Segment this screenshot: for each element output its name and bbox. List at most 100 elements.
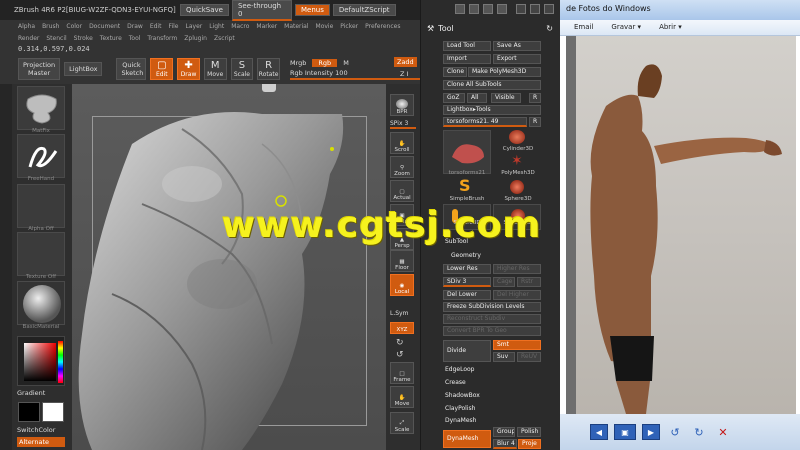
menu-zscript[interactable]: Zscript: [214, 35, 235, 42]
primary-color-swatch[interactable]: [18, 402, 40, 422]
dynamesh-header[interactable]: DynaMesh: [445, 417, 476, 424]
lightbox-button[interactable]: LightBox: [64, 62, 103, 76]
menu-layer[interactable]: Layer: [186, 23, 203, 30]
polish-button[interactable]: Polish: [517, 427, 541, 437]
delete-icon[interactable]: ✕: [714, 424, 732, 440]
convert-bpr-button[interactable]: Convert BPR To Geo: [443, 326, 541, 336]
quicksave-button[interactable]: QuickSave: [180, 4, 229, 16]
gradient-label[interactable]: Gradient: [17, 389, 45, 397]
scale-view-button[interactable]: ⤢ Scale: [390, 412, 414, 434]
menu-marker[interactable]: Marker: [256, 23, 277, 30]
menu-brush[interactable]: Brush: [42, 23, 59, 30]
divide-button[interactable]: Divide: [443, 340, 491, 362]
sdiv-slider[interactable]: SDiv 3: [443, 277, 491, 287]
tool-header[interactable]: ⚒ Tool ↻: [421, 20, 561, 36]
lsym-button[interactable]: L.Sym: [390, 310, 408, 317]
document-canvas[interactable]: [72, 84, 386, 450]
menu-stroke[interactable]: Stroke: [74, 35, 93, 42]
rstr-button[interactable]: Rstr: [517, 277, 541, 287]
alpha-selector[interactable]: [17, 184, 65, 228]
tray-icon-2[interactable]: [469, 4, 479, 14]
minimize-icon[interactable]: [516, 4, 526, 14]
tool-thumb-sphere[interactable]: [510, 180, 524, 194]
menu-color[interactable]: Color: [66, 23, 82, 30]
menu-alpha[interactable]: Alpha: [18, 23, 35, 30]
next-icon[interactable]: ▶: [642, 424, 660, 440]
local-button[interactable]: ◉ Local: [390, 274, 414, 296]
load-tool-button[interactable]: Load Tool: [443, 41, 491, 51]
group-button[interactable]: Group: [493, 427, 515, 437]
dynamesh-button[interactable]: DynaMesh: [443, 430, 491, 448]
scale-button[interactable]: S Scale: [230, 58, 254, 80]
menu-document[interactable]: Document: [89, 23, 120, 30]
menu-draw[interactable]: Draw: [127, 23, 143, 30]
email-menu[interactable]: Email: [574, 23, 593, 35]
menu-texture[interactable]: Texture: [100, 35, 122, 42]
edit-button[interactable]: ▢ Edit: [150, 58, 174, 80]
quick-sketch-button[interactable]: Quick Sketch: [116, 58, 147, 80]
color-picker-square[interactable]: [24, 343, 56, 381]
tool-thumb-cylinder[interactable]: [509, 130, 525, 144]
del-lower-button[interactable]: Del Lower: [443, 290, 491, 300]
current-tool-r-button[interactable]: R: [529, 117, 541, 127]
close-icon[interactable]: [544, 4, 554, 14]
geometry-header[interactable]: Geometry: [451, 252, 481, 259]
project-button[interactable]: Proje: [518, 439, 541, 449]
actual-button[interactable]: ▢ Actual: [390, 180, 414, 202]
projection-master-button[interactable]: Projection Master: [18, 58, 61, 80]
bpr-button[interactable]: BPR: [390, 94, 414, 116]
texture-selector[interactable]: [17, 232, 65, 276]
higher-res-button[interactable]: Higher Res: [493, 264, 541, 274]
mrgb-button[interactable]: Mrgb: [290, 59, 306, 67]
tool-thumb-torso[interactable]: [443, 130, 491, 174]
menu-material[interactable]: Material: [284, 23, 308, 30]
zadd-button[interactable]: Zadd: [394, 57, 417, 67]
menu-light[interactable]: Light: [209, 23, 224, 30]
gravar-menu[interactable]: Gravar ▾: [611, 23, 641, 35]
floor-button[interactable]: ▦ Floor: [390, 250, 414, 272]
menu-file[interactable]: File: [168, 23, 178, 30]
cage-button[interactable]: Cage: [493, 277, 515, 287]
save-as-button[interactable]: Save As: [493, 41, 541, 51]
move-view-button[interactable]: ✋ Move: [390, 386, 414, 408]
brush-selector[interactable]: [17, 86, 65, 130]
goz-r-button[interactable]: R: [529, 93, 541, 103]
menu-movie[interactable]: Movie: [316, 23, 334, 30]
smt-button[interactable]: Smt: [493, 340, 541, 350]
rotate-left-icon[interactable]: ↺: [666, 424, 684, 440]
tool-thumb-simplebrush[interactable]: S: [459, 178, 471, 194]
zoom-button[interactable]: ⚲ Zoom: [390, 156, 414, 178]
reconstruct-subdiv-button[interactable]: Reconstruct Subdiv: [443, 314, 541, 324]
blur-slider[interactable]: Blur 4: [493, 439, 517, 449]
menus-button[interactable]: Menus: [294, 4, 330, 16]
del-higher-button[interactable]: Del Higher: [493, 290, 541, 300]
rotate-right-icon[interactable]: ↻: [690, 424, 708, 440]
lower-res-button[interactable]: Lower Res: [443, 264, 491, 274]
freeze-subdivision-button[interactable]: Freeze SubDivision Levels: [443, 302, 541, 312]
secondary-color-swatch[interactable]: [42, 402, 64, 422]
visible-button[interactable]: Visible: [491, 93, 521, 103]
claypolish-header[interactable]: ClayPolish: [445, 405, 475, 412]
stroke-selector[interactable]: [17, 134, 65, 178]
rotate-axis-icon-2[interactable]: ↺: [396, 350, 404, 360]
move-button[interactable]: M Move: [203, 58, 227, 80]
clone-all-subtools-button[interactable]: Clone All SubTools: [443, 80, 541, 90]
rotate-axis-icon[interactable]: ↻: [396, 338, 404, 348]
menu-tool[interactable]: Tool: [129, 35, 141, 42]
tray-icon-4[interactable]: [497, 4, 507, 14]
see-through-slider[interactable]: See-through 0: [231, 0, 292, 21]
all-button[interactable]: All: [467, 93, 487, 103]
slideshow-icon[interactable]: ▣: [614, 424, 636, 440]
spix-slider[interactable]: SPix 3: [390, 120, 416, 129]
tool-thumb-polymesh[interactable]: ✶: [511, 154, 523, 168]
refresh-icon[interactable]: ↻: [546, 24, 553, 33]
menu-render[interactable]: Render: [18, 35, 39, 42]
rgb-button[interactable]: Rgb: [312, 58, 338, 67]
menu-macro[interactable]: Macro: [231, 23, 249, 30]
xyz-button[interactable]: XYZ: [390, 322, 414, 334]
menu-stencil[interactable]: Stencil: [46, 35, 66, 42]
maximize-icon[interactable]: [530, 4, 540, 14]
rotate-button[interactable]: R Rotate: [257, 58, 280, 80]
reuv-button[interactable]: ReUV: [517, 352, 541, 362]
tray-icon-3[interactable]: [483, 4, 493, 14]
